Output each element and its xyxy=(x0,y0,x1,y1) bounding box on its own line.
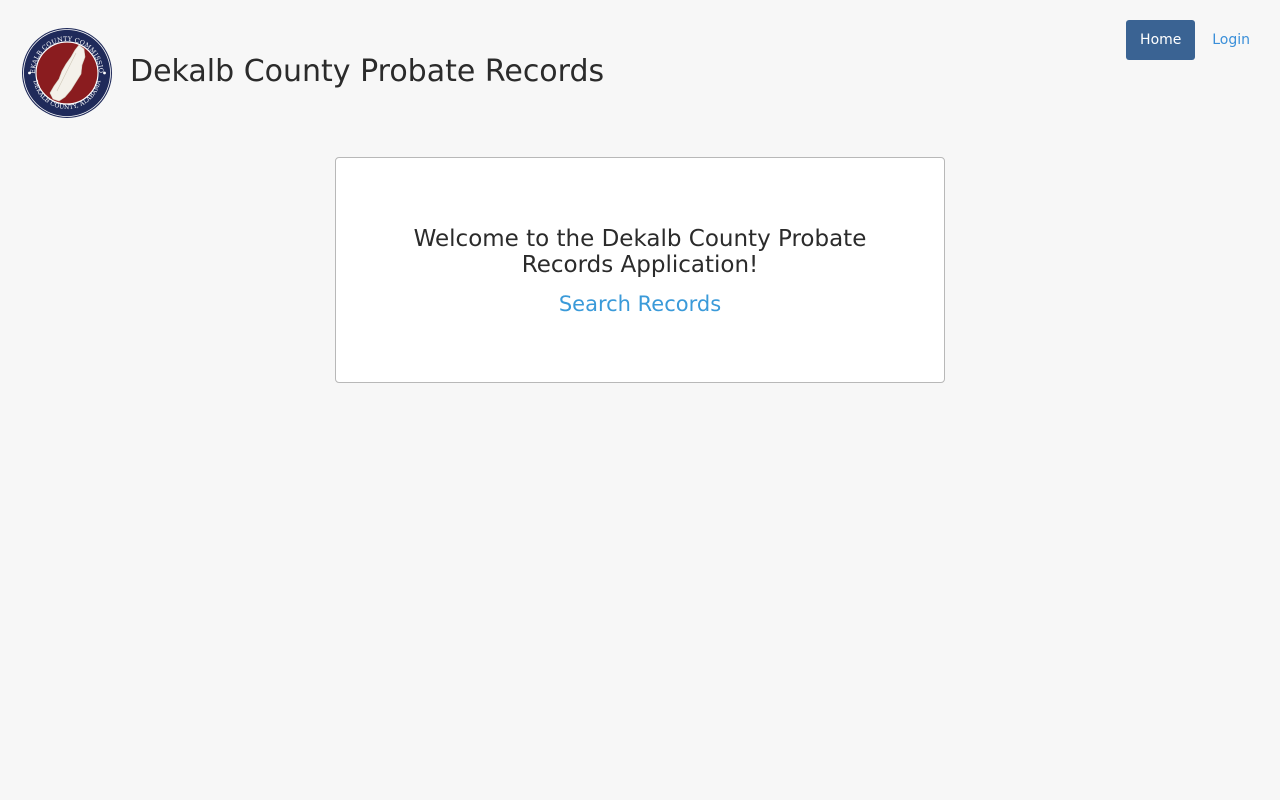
search-records-link[interactable]: Search Records xyxy=(336,290,944,318)
county-seal-icon: DEKALB COUNTY COMMISSION DEKALB COUNTY, … xyxy=(21,27,112,118)
top-nav: Home Login xyxy=(1126,20,1260,60)
welcome-card: Welcome to the Dekalb County Probate Rec… xyxy=(335,157,945,383)
page-header: DEKALB COUNTY COMMISSION DEKALB COUNTY, … xyxy=(0,0,1280,140)
nav-home-button[interactable]: Home xyxy=(1126,20,1196,60)
nav-login-link[interactable]: Login xyxy=(1211,20,1260,60)
page-title: Dekalb County Probate Records xyxy=(130,54,605,89)
welcome-heading: Welcome to the Dekalb County Probate Rec… xyxy=(413,226,867,278)
